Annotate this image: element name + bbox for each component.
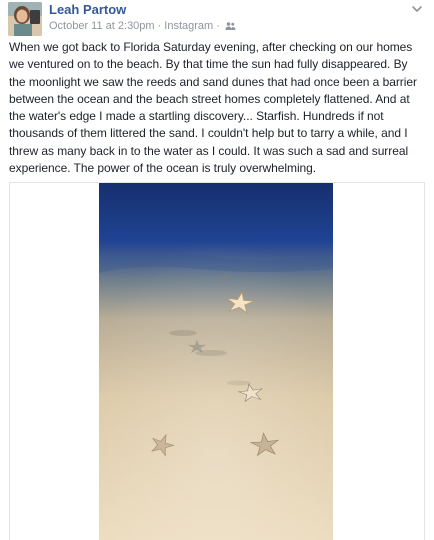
- post-header: Leah Partow October 11 at 2:30pm · Insta…: [8, 2, 426, 38]
- post-meta: October 11 at 2:30pm · Instagram ·: [49, 20, 236, 32]
- post-media[interactable]: [9, 182, 425, 540]
- source-app: Instagram: [164, 20, 214, 32]
- friends-icon[interactable]: [225, 21, 236, 31]
- meta-separator: ·: [157, 20, 162, 32]
- meta-separator-2: ·: [216, 20, 220, 32]
- post-body-text: When we got back to Florida Saturday eve…: [9, 40, 417, 176]
- profile-photo: [8, 2, 42, 36]
- author-name-link[interactable]: Leah Partow: [49, 2, 126, 17]
- timestamp-link[interactable]: October 11 at 2:30pm: [49, 20, 155, 32]
- facebook-post: Leah Partow October 11 at 2:30pm · Insta…: [0, 0, 434, 540]
- starfish-on-beach-photo[interactable]: [99, 183, 333, 540]
- avatar[interactable]: [8, 2, 42, 36]
- chevron-down-icon[interactable]: [410, 2, 424, 16]
